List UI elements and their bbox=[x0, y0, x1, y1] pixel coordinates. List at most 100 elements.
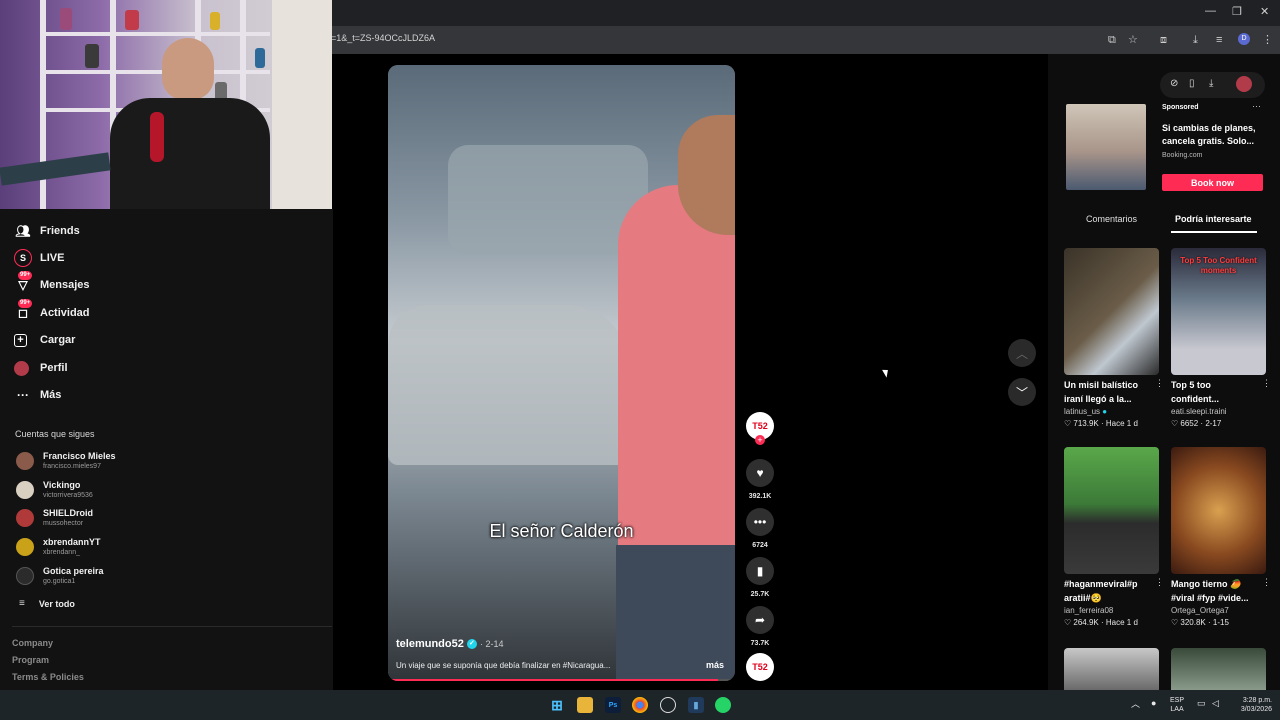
ad-domain: Booking.com bbox=[1162, 152, 1203, 159]
messages-badge: 99+ bbox=[18, 271, 33, 280]
display-icon[interactable]: ▭ bbox=[1197, 699, 1206, 708]
account-name: Francisco Mieles bbox=[43, 451, 116, 461]
file-explorer-icon[interactable] bbox=[577, 697, 593, 713]
video-player[interactable]: El señor Calderón telemundo52 ✓ · 2-14 U… bbox=[388, 65, 735, 681]
footer-link-program[interactable]: Program bbox=[12, 655, 49, 665]
obs-icon[interactable] bbox=[660, 697, 676, 713]
card-user: ian_ferreira08 bbox=[1064, 606, 1114, 615]
ad-thumbnail[interactable] bbox=[1066, 104, 1146, 190]
card-title: Top 5 too confident... bbox=[1171, 380, 1219, 404]
card-user: latinus_us bbox=[1064, 407, 1101, 416]
card-thumbnail[interactable] bbox=[1064, 648, 1159, 690]
download-icon[interactable]: ⤓ bbox=[1209, 78, 1213, 89]
app-icon[interactable]: ▮ bbox=[688, 697, 704, 713]
sidebar-item-profile[interactable]: Perfil bbox=[14, 358, 68, 378]
photoshop-icon[interactable]: Ps bbox=[605, 697, 621, 713]
share-icon: ➦ bbox=[754, 613, 766, 627]
next-video-button[interactable]: ﹀ bbox=[1008, 378, 1036, 406]
book-now-button[interactable]: Book now bbox=[1162, 174, 1263, 191]
close-icon[interactable]: ✕ bbox=[1260, 5, 1269, 18]
menu-dots-icon[interactable]: ⋮ bbox=[1262, 33, 1273, 47]
minimize-icon[interactable]: — bbox=[1205, 5, 1216, 17]
share-count: 73.7K bbox=[750, 640, 770, 647]
divider bbox=[12, 626, 332, 627]
clock[interactable]: 3:28 p.m. 3/03/2026 bbox=[1228, 696, 1272, 714]
phone-icon[interactable]: ▯ bbox=[1189, 78, 1195, 89]
followed-account[interactable]: Vickingo victorrivera9536 bbox=[16, 480, 93, 500]
speaker-icon[interactable]: ◁ bbox=[1212, 699, 1219, 708]
card-thumbnail bbox=[1171, 447, 1266, 574]
clock-date: 3/03/2026 bbox=[1240, 706, 1272, 713]
chevron-up-icon[interactable]: ︿ bbox=[1131, 700, 1140, 709]
media-icon[interactable]: ≡ bbox=[1216, 33, 1222, 47]
card-views: 713.9K bbox=[1073, 419, 1099, 428]
chrome-icon[interactable] bbox=[632, 697, 648, 713]
card-thumbnail bbox=[1064, 447, 1159, 574]
bookmark-star-icon[interactable]: ☆ bbox=[1128, 33, 1138, 47]
card-thumbnail[interactable] bbox=[1171, 648, 1266, 690]
extensions-icon[interactable]: ⧈ bbox=[1160, 33, 1167, 47]
sidebar-item-label: Friends bbox=[40, 225, 80, 237]
previous-video-button[interactable]: ︿ bbox=[1008, 339, 1036, 367]
windows-start-icon[interactable]: ⊞ bbox=[549, 697, 565, 713]
tab-comments[interactable]: Comentarios bbox=[1086, 214, 1137, 224]
card-options-icon[interactable]: ⋮ bbox=[1155, 378, 1164, 389]
like-count: 392.1K bbox=[748, 493, 772, 500]
card-age: Hace 1 d bbox=[1105, 419, 1138, 428]
suggested-video-card[interactable]: Mango tierno 🥭 #viral #fyp #vide... ⋮ Or… bbox=[1171, 447, 1271, 627]
whatsapp-icon[interactable] bbox=[715, 697, 731, 713]
restore-icon[interactable]: ❐ bbox=[1232, 5, 1242, 18]
footer-link-terms[interactable]: Terms & Policies bbox=[12, 672, 84, 682]
user-avatar[interactable] bbox=[1236, 76, 1252, 92]
more-link[interactable]: más bbox=[706, 660, 724, 670]
video-author[interactable]: telemundo52 ✓ · 2-14 bbox=[396, 638, 504, 650]
sidebar-item-activity[interactable]: ◻ 99+ Actividad bbox=[14, 299, 90, 323]
cast-icon[interactable]: ⧉ bbox=[1108, 33, 1116, 47]
sidebar-item-upload[interactable]: + Cargar bbox=[14, 330, 75, 350]
sidebar-item-messages[interactable]: ▽ 99+ Mensajes bbox=[14, 271, 90, 295]
suggested-video-card[interactable]: Un misil balístico iraní llegó a la... ⋮… bbox=[1064, 248, 1164, 428]
url-text[interactable]: =1&_t=ZS-94OCcJLDZ6A bbox=[331, 33, 435, 43]
footer-link-company[interactable]: Company bbox=[12, 638, 53, 648]
sidebar-item-friends[interactable]: 👥︎ Friends bbox=[14, 221, 80, 241]
sidebar: 👥︎ Friends S LIVE ▽ 99+ Mensajes ◻ 99+ Act… bbox=[0, 209, 333, 690]
microphone-icon[interactable]: ● bbox=[1151, 699, 1156, 708]
followed-account[interactable]: Francisco Mieles francisco.mieles97 bbox=[16, 451, 116, 471]
sound-disc[interactable]: T52 bbox=[746, 653, 774, 681]
download-icon[interactable]: ⤓ bbox=[1193, 33, 1198, 47]
chevron-down-icon: ﹀ bbox=[1015, 385, 1028, 400]
tab-suggested[interactable]: Podría interesarte bbox=[1175, 214, 1252, 224]
like-button[interactable]: ♥ bbox=[746, 459, 774, 487]
save-button[interactable]: ▮ bbox=[746, 557, 774, 585]
sidebar-item-more[interactable]: ··· Más bbox=[14, 385, 61, 405]
suggested-video-card[interactable]: #haganmeviral#p aratii#🥺 ⋮ ian_ferreira0… bbox=[1064, 447, 1164, 627]
thumbnail-overlay-text: Top 5 Too Confident moments bbox=[1180, 256, 1257, 275]
compass-icon[interactable]: ⊘ bbox=[1170, 78, 1178, 89]
followed-account[interactable]: xbrendannYT xbrendann_ bbox=[16, 537, 101, 557]
profile-avatar[interactable]: D bbox=[1238, 33, 1250, 45]
ad-options-icon[interactable]: ··· bbox=[1252, 101, 1261, 111]
input-language[interactable]: ESP LAA bbox=[1170, 696, 1184, 714]
suggested-video-card[interactable]: Top 5 Too Confident moments Top 5 too co… bbox=[1171, 248, 1271, 428]
friends-icon: 👥︎ bbox=[15, 224, 31, 238]
sidebar-item-live[interactable]: S LIVE bbox=[14, 248, 64, 268]
heart-outline-icon: ♡ bbox=[1064, 618, 1072, 627]
followed-account[interactable]: Gotica pereira go.gotica1 bbox=[16, 566, 104, 586]
card-thumbnail: Top 5 Too Confident moments bbox=[1171, 248, 1266, 375]
video-progress-bar[interactable] bbox=[388, 679, 735, 681]
card-options-icon[interactable]: ⋮ bbox=[1262, 577, 1271, 588]
card-options-icon[interactable]: ⋮ bbox=[1262, 378, 1271, 389]
avatar bbox=[16, 509, 34, 527]
video-progress-fill bbox=[388, 679, 718, 681]
account-username: mussohector bbox=[43, 520, 84, 527]
account-username: francisco.mieles97 bbox=[43, 463, 101, 470]
followed-account[interactable]: SHIELDroid mussohector bbox=[16, 508, 93, 528]
follow-plus-icon[interactable]: + bbox=[755, 435, 765, 445]
card-options-icon[interactable]: ⋮ bbox=[1155, 577, 1164, 588]
verified-icon: ✓ bbox=[466, 639, 477, 650]
comment-button[interactable]: ••• bbox=[746, 508, 774, 536]
see-all-link[interactable]: ≡ Ver todo bbox=[16, 598, 75, 609]
sidebar-item-label: Más bbox=[40, 389, 62, 401]
share-button[interactable]: ➦ bbox=[746, 606, 774, 634]
author-name: telemundo52 bbox=[396, 638, 464, 650]
